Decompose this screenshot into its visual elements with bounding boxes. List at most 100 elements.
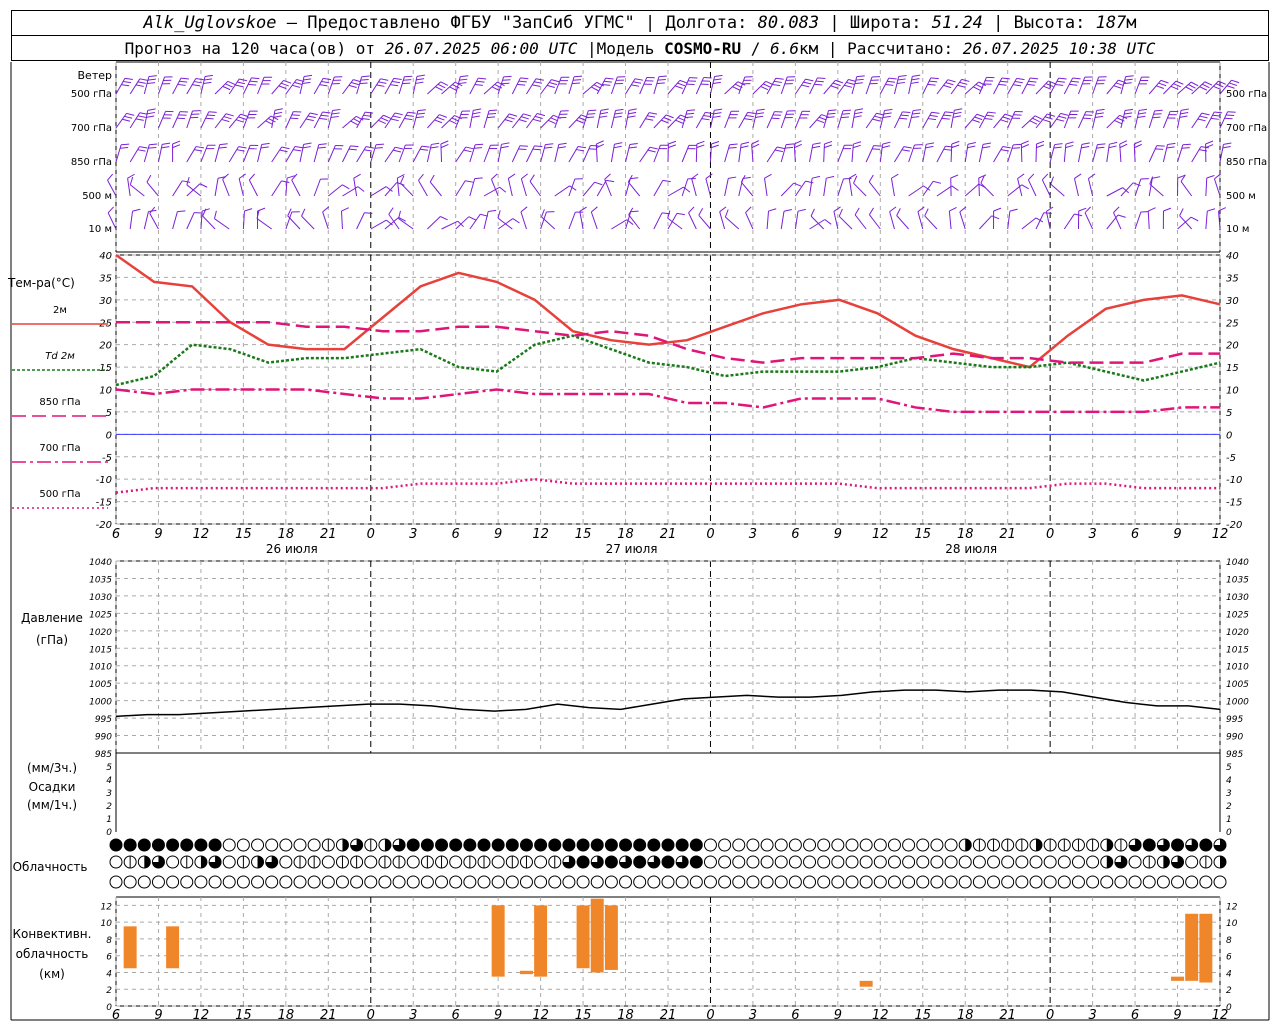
wind-barb xyxy=(794,110,811,129)
cloud-cover-icon xyxy=(1156,838,1170,852)
cloud-cover-icon xyxy=(1199,855,1213,869)
temp-tick-left: 0 xyxy=(106,430,112,441)
cloud-cover-icon xyxy=(1057,838,1071,852)
hour-tick-label: 3 xyxy=(1088,527,1096,542)
cloud-cover-icon xyxy=(1043,838,1057,852)
cloud-cover-icon xyxy=(1128,838,1142,852)
cloud-cover-icon xyxy=(180,855,194,869)
wind-barb xyxy=(554,110,569,129)
wind-barb xyxy=(705,173,713,197)
wind-barb xyxy=(554,142,567,163)
cloud-cover-icon xyxy=(619,855,633,869)
hour-tick-label: 9 xyxy=(494,1008,502,1023)
hour-tick-label: 6 xyxy=(452,527,460,542)
wind-barb xyxy=(257,142,270,163)
cloud-cover-icon xyxy=(321,855,335,869)
wind-barb xyxy=(922,111,940,129)
wind-barb xyxy=(299,142,312,163)
cloud-cover-icon xyxy=(420,838,434,852)
wind-barb xyxy=(896,208,909,230)
wind-barb xyxy=(540,79,560,95)
cloud-cover-icon xyxy=(208,855,222,869)
cloud-cover-icon xyxy=(1114,855,1128,869)
hour-tick-label: 0 xyxy=(367,1008,375,1023)
hour-tick-label: 12 xyxy=(1212,527,1229,542)
wind-barb xyxy=(993,113,1013,129)
cloud-cover-icon xyxy=(505,855,519,869)
convective-tick-left: 8 xyxy=(106,936,112,946)
wind-barb xyxy=(427,81,449,95)
wind-barb xyxy=(299,74,313,95)
temp-tick-right: -20 xyxy=(1226,520,1242,531)
cloud-cover-icon xyxy=(887,855,901,869)
convective-bar xyxy=(1199,913,1213,983)
wind-barb xyxy=(455,75,469,95)
cloud-cover-icon xyxy=(718,838,732,852)
cloud-cover-icon xyxy=(562,838,576,852)
wind-barb xyxy=(653,144,669,163)
wind-barb xyxy=(143,75,157,95)
hour-tick-label: 6 xyxy=(452,1008,460,1023)
wind-barb xyxy=(1177,216,1199,230)
wind-barb xyxy=(922,180,942,197)
wind-barb xyxy=(879,77,897,95)
wind-barb xyxy=(1007,143,1022,163)
wind-barb xyxy=(1177,108,1189,129)
cloud-cover-icon xyxy=(378,838,392,852)
pressure-tick-right: 1005 xyxy=(1226,680,1249,690)
wind-barb xyxy=(709,141,720,163)
wind-barb xyxy=(129,208,141,230)
cloud-cover-icon xyxy=(958,838,972,852)
cloud-cover-icon xyxy=(208,875,222,889)
cloud-cover-icon xyxy=(236,855,250,869)
hour-tick-label: 0 xyxy=(1046,527,1054,542)
cloud-cover-icon xyxy=(378,855,392,869)
cloud-cover-icon xyxy=(392,875,406,889)
hour-tick-label: 12 xyxy=(872,1008,889,1023)
cloud-cover-icon xyxy=(534,875,548,889)
wind-title: Ветер xyxy=(78,69,112,82)
cloud-cover-icon xyxy=(661,875,675,889)
cloud-cover-icon xyxy=(222,838,236,852)
wind-barb xyxy=(172,210,186,230)
precip-tick-right: 2 xyxy=(1226,802,1232,812)
day-label: 28 июля xyxy=(945,542,997,556)
temp-tick-left: 40 xyxy=(99,251,112,262)
cloud-cover-icon xyxy=(548,855,562,869)
cloud-cover-icon xyxy=(463,855,477,869)
temp-legend-label: 500 гПа xyxy=(39,489,80,500)
wind-barb xyxy=(568,114,589,129)
wind-barb xyxy=(214,210,230,230)
wind-barb xyxy=(1021,77,1039,95)
cloud-cover-icon xyxy=(675,855,689,869)
cloud-cover-icon xyxy=(732,838,746,852)
wind-barb xyxy=(1063,77,1081,95)
wind-barb xyxy=(964,81,987,95)
cloud-cover-icon xyxy=(562,855,576,869)
cloud-cover-icon xyxy=(1086,855,1100,869)
cloud-cover-icon xyxy=(293,855,307,869)
wind-barb xyxy=(1205,175,1215,197)
temp-tick-left: 35 xyxy=(99,273,112,284)
precip-tick-right: 1 xyxy=(1226,815,1232,825)
wind-barb xyxy=(766,111,783,129)
wind-barb xyxy=(780,110,796,129)
wind-barb xyxy=(709,74,723,95)
wind-barb xyxy=(879,108,893,129)
cloud-cover-icon xyxy=(477,838,491,852)
convective-bar xyxy=(1171,976,1185,981)
wind-level-label-right: 500 гПа xyxy=(1226,89,1267,100)
cloud-cover-icon xyxy=(590,875,604,889)
cloud-cover-icon xyxy=(647,875,661,889)
wind-barb xyxy=(1148,145,1165,163)
wind-barb xyxy=(186,110,201,129)
wind-barb xyxy=(340,207,349,230)
wind-barb xyxy=(469,177,483,197)
hour-tick-label: 0 xyxy=(706,1008,714,1023)
wind-barb xyxy=(922,142,935,163)
cloud-cover-icon xyxy=(364,875,378,889)
cloud-cover-icon xyxy=(604,875,618,889)
wind-barb xyxy=(596,108,609,129)
precip-tick-right: 4 xyxy=(1226,776,1232,786)
cloud-cover-icon xyxy=(109,875,123,889)
